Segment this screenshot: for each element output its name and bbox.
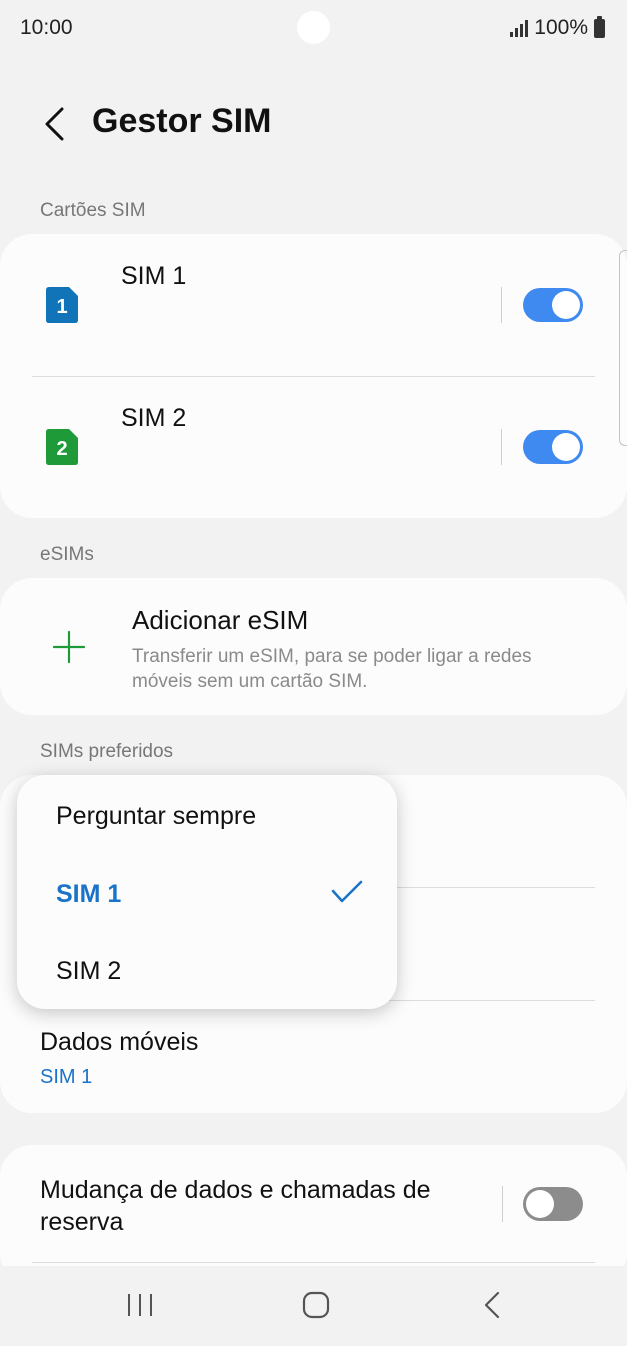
backup-toggle[interactable] xyxy=(523,1187,583,1221)
dropdown-option-sim-1[interactable]: SIM 1 xyxy=(17,853,397,931)
section-label-sim-cards: Cartões SIM xyxy=(40,200,146,221)
dropdown-option-ask-always[interactable]: Perguntar sempre xyxy=(17,775,397,853)
page-title: Gestor SIM xyxy=(92,102,272,140)
sim-selection-dropdown: Perguntar sempre SIM 1 SIM 2 xyxy=(17,775,397,1009)
dropdown-option-label: SIM 1 xyxy=(56,880,122,908)
status-indicators: 100% xyxy=(510,15,605,40)
dropdown-option-label: Perguntar sempre xyxy=(56,802,257,830)
sim-card-1-icon: 1 xyxy=(46,287,78,323)
row-divider xyxy=(32,1262,595,1263)
sim-card-2-icon: 2 xyxy=(46,429,78,465)
section-label-esims: eSIMs xyxy=(40,544,94,565)
plus-icon xyxy=(52,630,86,664)
backup-switch-label: Mudança de dados e chamadas de reserva xyxy=(40,1176,431,1236)
dropdown-option-sim-2[interactable]: SIM 2 xyxy=(17,931,397,1009)
home-button[interactable] xyxy=(286,1282,346,1328)
battery-icon xyxy=(594,15,605,38)
sim-manager-screen: 10:00 100% Gestor SIM Cartões SIM 1 SIM … xyxy=(0,0,627,1346)
chevron-left-icon xyxy=(45,107,64,141)
dropdown-option-label: SIM 2 xyxy=(56,957,122,985)
navigation-bar xyxy=(0,1266,627,1346)
mobile-data-label: Dados móveis xyxy=(40,1028,199,1056)
recent-apps-icon xyxy=(128,1294,152,1316)
back-button[interactable] xyxy=(34,100,74,148)
sim-2-toggle[interactable] xyxy=(523,430,583,464)
check-icon xyxy=(331,880,363,903)
nav-back-button[interactable] xyxy=(462,1282,522,1328)
add-esim-description: Transferir um eSIM, para se poder ligar … xyxy=(132,646,532,692)
camera-cutout xyxy=(297,11,330,44)
mobile-data-value: SIM 1 xyxy=(40,1066,93,1088)
sim-card-2-badge: 2 xyxy=(56,438,67,460)
sim-row-1[interactable]: 1 SIM 1 xyxy=(0,234,627,376)
separator xyxy=(502,1186,503,1222)
add-esim-title[interactable]: Adicionar eSIM xyxy=(132,605,308,636)
sim-card-1-badge: 1 xyxy=(56,296,67,318)
status-time: 10:00 xyxy=(20,16,73,39)
separator xyxy=(501,287,502,323)
status-bar: 10:00 100% xyxy=(0,0,627,56)
sim-cards-card: 1 SIM 1 2 SIM 2 xyxy=(0,234,627,518)
battery-percentage: 100% xyxy=(534,16,588,39)
section-label-preferred: SIMs preferidos xyxy=(40,741,174,762)
home-icon xyxy=(302,1291,330,1319)
sim-row-2[interactable]: 2 SIM 2 xyxy=(0,377,627,518)
sim-2-name: SIM 2 xyxy=(121,404,187,432)
recent-apps-button[interactable] xyxy=(110,1282,170,1328)
back-icon xyxy=(484,1291,500,1319)
separator xyxy=(501,429,502,465)
signal-icon xyxy=(510,19,529,37)
sim-1-name: SIM 1 xyxy=(121,262,187,290)
sim-1-toggle[interactable] xyxy=(523,288,583,322)
scroll-indicator[interactable] xyxy=(619,250,627,446)
